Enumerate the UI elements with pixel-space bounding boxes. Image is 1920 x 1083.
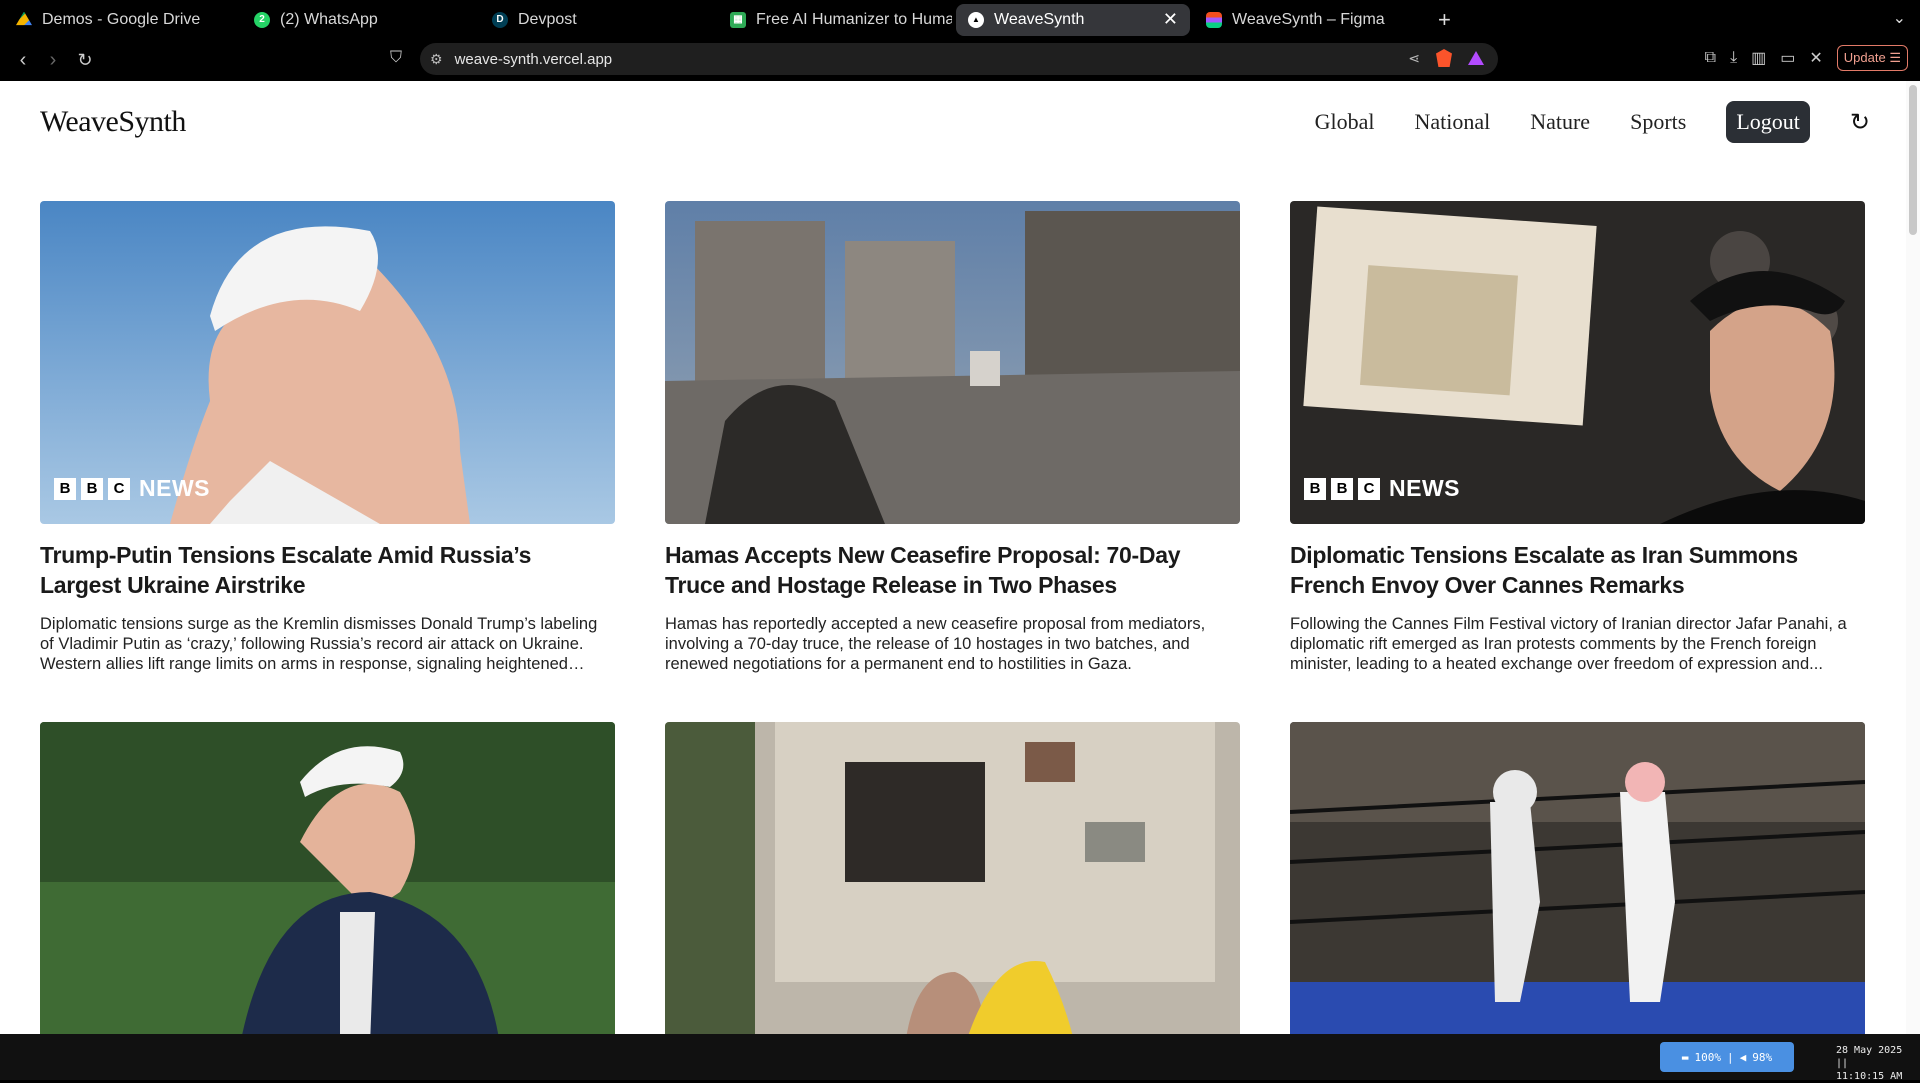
article-photo: [40, 722, 615, 1034]
article-image[interactable]: B B C NEWS: [40, 201, 615, 524]
url-text: weave-synth.vercel.app: [454, 50, 613, 68]
article-image[interactable]: [665, 722, 1240, 1034]
nav-link-sports[interactable]: Sports: [1630, 109, 1686, 135]
tab-ai-humanizer[interactable]: ▦ Free AI Humanizer to Human: [718, 4, 952, 36]
tab-title: WeaveSynth: [994, 10, 1085, 28]
battery-level: 100%: [1694, 1050, 1722, 1064]
bbc-news-badge: B B C NEWS: [1304, 475, 1460, 502]
article-grid: B B C NEWS Trump-Putin Tensions Escalate…: [40, 201, 1865, 1034]
extensions-icon[interactable]: ⧉: [1705, 49, 1716, 67]
bbc-box-b2: B: [81, 477, 103, 500]
leo-ai-icon[interactable]: ✕: [1809, 48, 1822, 68]
bbc-news-text: NEWS: [139, 475, 210, 501]
system-tray-pill[interactable]: ▬ 100% | ◀ 98%: [1660, 1042, 1794, 1072]
tab-figma[interactable]: WeaveSynth – Figma: [1194, 4, 1428, 36]
bbc-box-c: C: [1358, 477, 1380, 500]
tab-google-drive[interactable]: Demos - Google Drive: [4, 4, 238, 36]
article-card[interactable]: B B C NEWS Trump-Putin Tensions Escalate…: [40, 201, 615, 674]
article-card[interactable]: [1290, 722, 1865, 1034]
tab-title: Devpost: [518, 10, 577, 28]
article-card[interactable]: [40, 722, 615, 1034]
google-drive-icon: [16, 11, 32, 26]
scrollbar[interactable]: [1906, 81, 1920, 1034]
article-image[interactable]: [1290, 722, 1865, 1034]
article-summary: Following the Cannes Film Festival victo…: [1290, 615, 1847, 673]
tab-title: WeaveSynth – Figma: [1232, 10, 1385, 28]
article-title[interactable]: Hamas Accepts New Ceasefire Proposal: 70…: [665, 540, 1240, 600]
bbc-box-b: B: [54, 477, 76, 500]
page-viewport: WeaveSynth Global National Nature Sports…: [0, 81, 1920, 1034]
bbc-news-text: NEWS: [1389, 475, 1460, 501]
nav-link-global[interactable]: Global: [1315, 109, 1375, 135]
site-settings-icon[interactable]: ⚙: [430, 51, 443, 68]
update-button[interactable]: Update ☰: [1836, 45, 1908, 71]
os-status-bar: ▬ 100% | ◀ 98% 28 May 2025 || 11:10:15 A…: [0, 1034, 1920, 1083]
clock-time: 11:10:15 AM: [1836, 1071, 1903, 1082]
wallet-icon[interactable]: ▭: [1780, 48, 1795, 68]
scrollbar-thumb[interactable]: [1909, 85, 1917, 235]
article-image[interactable]: [40, 722, 615, 1034]
tab-title: Free AI Humanizer to Human: [756, 10, 952, 28]
tray-divider: |: [1727, 1050, 1734, 1064]
refresh-icon[interactable]: ↻: [1850, 108, 1870, 137]
clock: 28 May 2025 || 11:10:15 AM: [1836, 1044, 1920, 1083]
forward-arrow-icon[interactable]: ›: [40, 49, 66, 72]
article-image[interactable]: [665, 201, 1240, 524]
volume-level: 98%: [1752, 1050, 1773, 1064]
article-summary: Diplomatic tensions surge as the Kremlin…: [40, 615, 598, 673]
article-photo: [665, 722, 1240, 1034]
sidebar-icon[interactable]: ▥: [1751, 48, 1766, 68]
brave-rewards-icon[interactable]: [1468, 51, 1484, 65]
logout-button[interactable]: Logout: [1726, 101, 1810, 143]
site-logo[interactable]: WeaveSynth: [40, 105, 186, 139]
update-label: Update: [1843, 50, 1886, 65]
bbc-box-b: B: [1304, 477, 1326, 500]
clock-date: 28 May 2025 ||: [1836, 1045, 1903, 1069]
article-card[interactable]: Hamas Accepts New Ceasefire Proposal: 70…: [665, 201, 1240, 674]
address-bar[interactable]: ⚙ weave-synth.vercel.app ⋖: [420, 43, 1498, 75]
browser-toolbar: ‹ › ↻ ⛉ ⚙ weave-synth.vercel.app ⋖ ⧉ ⤓ ▥…: [0, 39, 1920, 81]
tab-whatsapp[interactable]: 2 (2) WhatsApp: [242, 4, 476, 36]
vercel-icon: ▲: [968, 11, 984, 28]
chevron-down-icon[interactable]: ⌄: [1893, 8, 1906, 28]
close-tab-icon[interactable]: ✕: [1163, 9, 1178, 30]
site-header: WeaveSynth Global National Nature Sports…: [40, 101, 1870, 143]
tab-weavesynth[interactable]: ▲ WeaveSynth ✕: [956, 3, 1190, 36]
tab-title: (2) WhatsApp: [280, 10, 378, 28]
humanizer-icon: ▦: [730, 11, 746, 28]
download-icon[interactable]: ⤓: [1730, 49, 1737, 67]
share-icon[interactable]: ⋖: [1408, 50, 1420, 67]
bbc-box-b2: B: [1331, 477, 1353, 500]
article-photo: [1290, 722, 1865, 1034]
whatsapp-icon: 2: [254, 11, 270, 28]
nav-link-national[interactable]: National: [1414, 109, 1490, 135]
back-arrow-icon[interactable]: ‹: [10, 49, 36, 72]
devpost-icon: D: [492, 11, 508, 28]
bbc-news-badge: B B C NEWS: [54, 475, 210, 502]
volume-icon: ◀: [1739, 1050, 1747, 1064]
article-summary: Hamas has reportedly accepted a new ceas…: [665, 615, 1206, 673]
browser-tab-strip: Demos - Google Drive 2 (2) WhatsApp D De…: [0, 0, 1920, 39]
reload-icon[interactable]: ↻: [72, 50, 98, 71]
article-card[interactable]: [665, 722, 1240, 1034]
main-nav: Global National Nature Sports Logout ↻: [1275, 101, 1870, 143]
article-photo: [665, 201, 1240, 524]
tab-devpost[interactable]: D Devpost: [480, 4, 714, 36]
article-title[interactable]: Trump-Putin Tensions Escalate Amid Russi…: [40, 540, 615, 600]
figma-icon: [1206, 11, 1222, 28]
brave-shields-icon[interactable]: [1436, 49, 1452, 67]
tab-title: Demos - Google Drive: [42, 10, 201, 28]
battery-icon: ▬: [1681, 1050, 1689, 1064]
bookmark-icon[interactable]: ⛉: [383, 49, 409, 67]
article-image[interactable]: B B C NEWS: [1290, 201, 1865, 524]
article-title[interactable]: Diplomatic Tensions Escalate as Iran Sum…: [1290, 540, 1865, 600]
article-card[interactable]: B B C NEWS Diplomatic Tensions Escalate …: [1290, 201, 1865, 674]
nav-link-nature[interactable]: Nature: [1530, 109, 1590, 135]
bbc-box-c: C: [108, 477, 130, 500]
new-tab-icon[interactable]: +: [1438, 7, 1451, 33]
